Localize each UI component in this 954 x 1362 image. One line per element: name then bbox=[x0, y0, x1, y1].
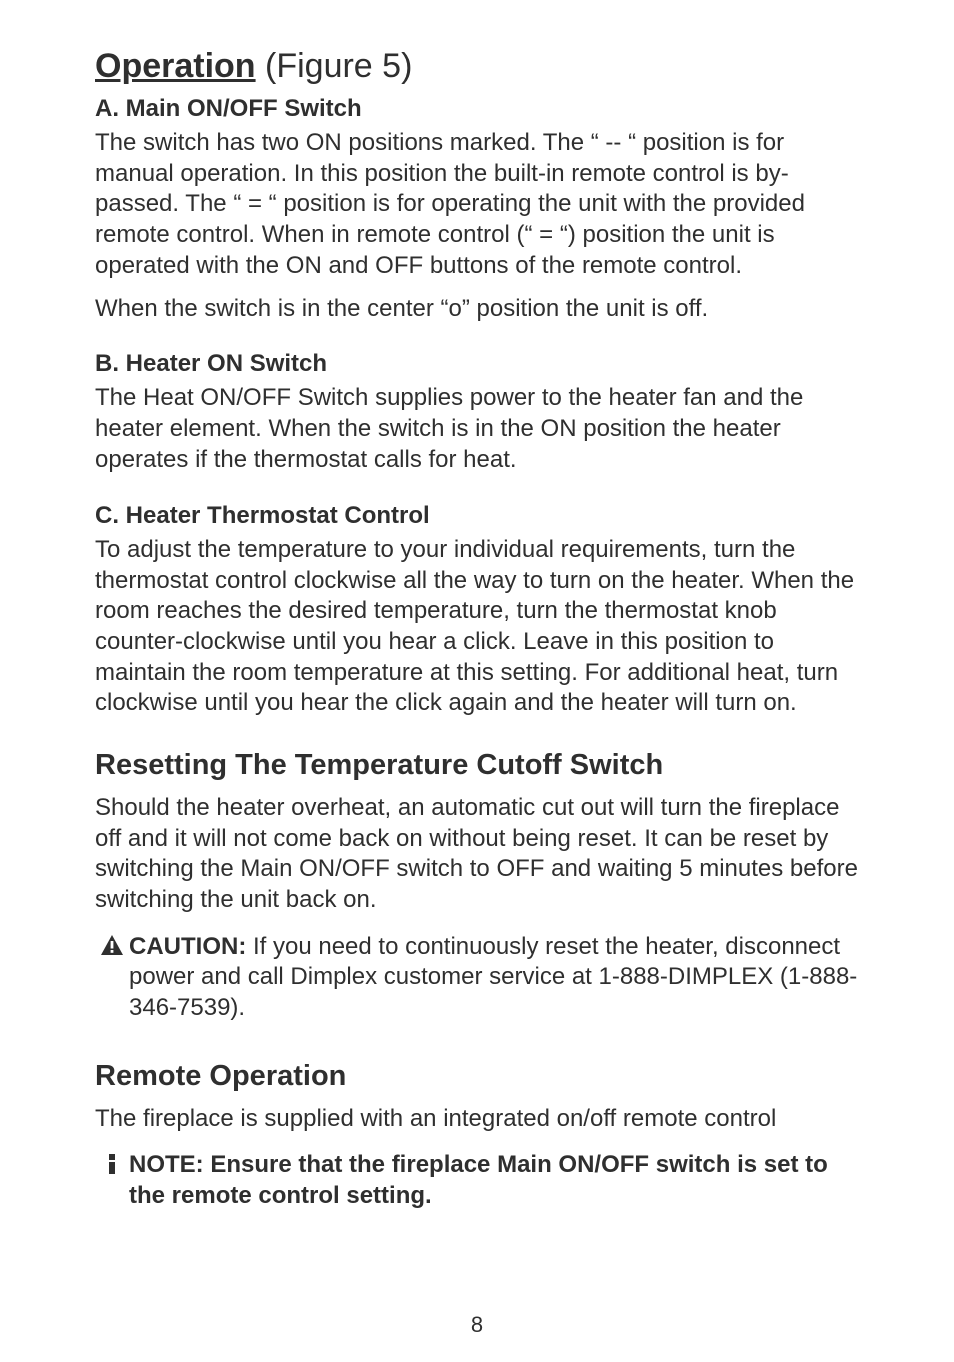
heading-section-a: A. Main ON/OFF Switch bbox=[95, 93, 864, 124]
heading-section-c: C. Heater Thermostat Control bbox=[95, 500, 864, 531]
note-icon bbox=[95, 1150, 129, 1176]
heading-section-b: B. Heater ON Switch bbox=[95, 348, 864, 379]
paragraph-b-1: The Heat ON/OFF Switch supplies power to… bbox=[95, 383, 864, 475]
paragraph-c-1: To adjust the temperature to your indivi… bbox=[95, 535, 864, 719]
page-title: Operation (Figure 5) bbox=[95, 46, 864, 87]
heading-remote: Remote Operation bbox=[95, 1058, 864, 1096]
caution-icon bbox=[95, 932, 129, 956]
title-figure-ref: (Figure 5) bbox=[256, 47, 413, 85]
caution-label: CAUTION: bbox=[129, 933, 253, 960]
caution-text: CAUTION: If you need to continuously res… bbox=[129, 932, 864, 1024]
paragraph-a-2: When the switch is in the center “o” pos… bbox=[95, 294, 864, 325]
note-text: NOTE: Ensure that the fireplace Main ON/… bbox=[129, 1150, 864, 1211]
page-number: 8 bbox=[0, 1312, 954, 1338]
paragraph-a-1: The switch has two ON positions marked. … bbox=[95, 128, 864, 282]
paragraph-reset-1: Should the heater overheat, an automatic… bbox=[95, 793, 864, 916]
note-block: NOTE: Ensure that the fireplace Main ON/… bbox=[95, 1150, 864, 1211]
document-page: Operation (Figure 5) A. Main ON/OFF Swit… bbox=[0, 0, 954, 1362]
heading-reset: Resetting The Temperature Cutoff Switch bbox=[95, 747, 864, 785]
paragraph-remote-1: The fireplace is supplied with an integr… bbox=[95, 1104, 864, 1135]
caution-block: CAUTION: If you need to continuously res… bbox=[95, 932, 864, 1024]
title-operation: Operation bbox=[95, 47, 256, 85]
